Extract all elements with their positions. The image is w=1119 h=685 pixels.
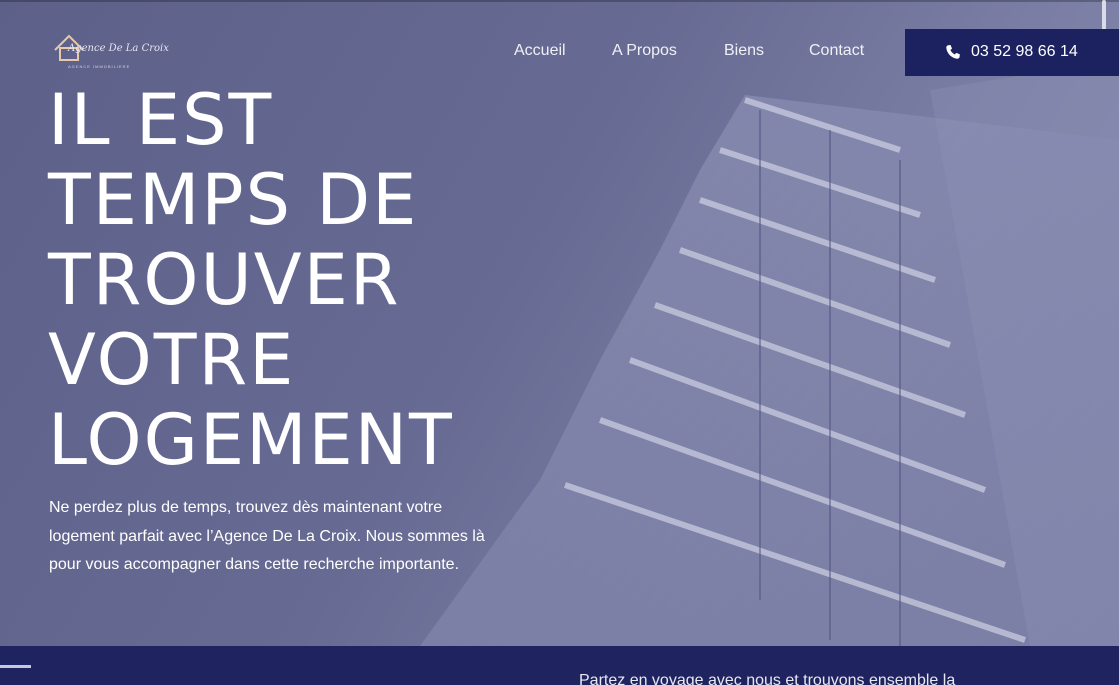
top-divider (0, 0, 1119, 2)
bottom-accent-dash (0, 665, 31, 668)
headline-line-2: TEMPS DE (48, 159, 419, 241)
bottom-teaser-text: Partez en voyage avec nous et trouvons e… (579, 672, 956, 685)
nav-item-contact[interactable]: Contact (809, 42, 864, 60)
hero-headline: IL EST TEMPS DE TROUVER VOTRE LOGEMENT (48, 80, 454, 480)
nav-item-biens[interactable]: Biens (724, 42, 764, 60)
phone-number: 03 52 98 66 14 (971, 43, 1078, 60)
logo-subtitle: AGENCE IMMOBILIERE (68, 64, 131, 69)
page: Agence De La Croix AGENCE IMMOBILIERE Ac… (0, 0, 1119, 685)
headline-line-3: TROUVER (48, 239, 401, 321)
nav-item-a-propos[interactable]: A Propos (612, 42, 677, 60)
headline-line-1: IL EST (48, 79, 274, 161)
phone-button[interactable]: 03 52 98 66 14 (905, 29, 1119, 76)
phone-icon (946, 45, 960, 59)
nav-item-accueil[interactable]: Accueil (514, 42, 566, 60)
headline-line-4: VOTRE (48, 319, 296, 401)
headline-line-5: LOGEMENT (48, 399, 454, 481)
hero-description: Ne perdez plus de temps, trouvez dès mai… (49, 499, 485, 574)
logo-script-text: Agence De La Croix (68, 43, 169, 54)
